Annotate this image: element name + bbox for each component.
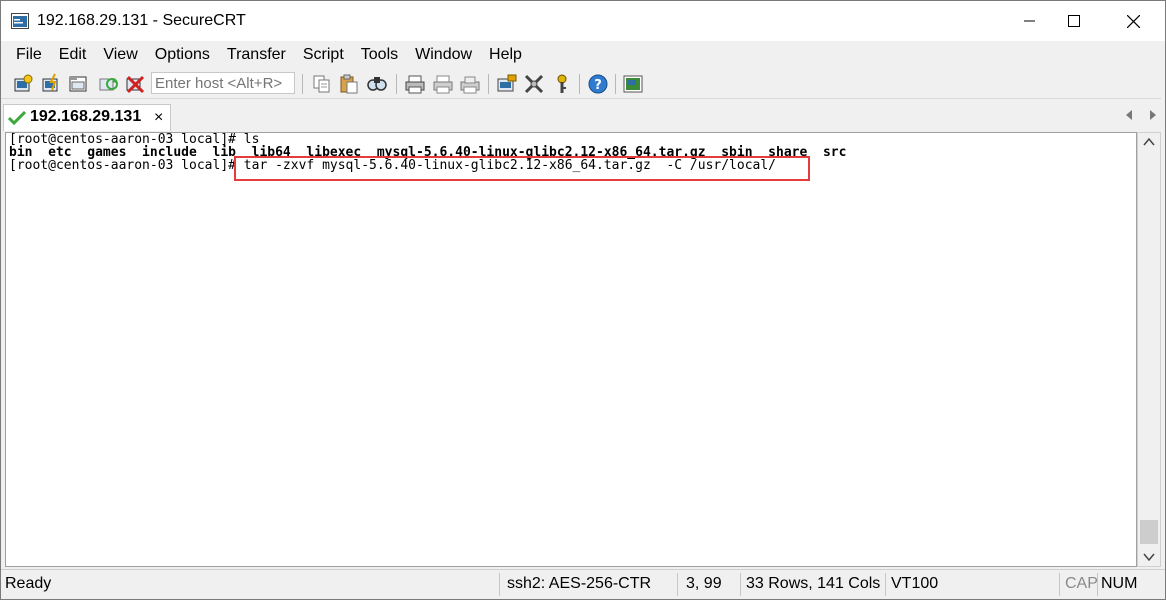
connect-in-tab-icon[interactable] [68,73,90,95]
terminal-pane[interactable]: [root@centos-aaron-03 local]# ls bin etc… [5,132,1137,567]
svg-text:?: ? [594,78,602,93]
toolbar-separator [488,74,489,94]
toolbar-separator [579,74,580,94]
scrollbar-thumb[interactable] [1140,520,1158,544]
status-cipher: ssh2: AES-256-CTR [507,575,652,592]
print-screen-icon[interactable] [459,73,481,95]
minimize-icon [1024,20,1035,22]
right-edge [1161,87,1165,599]
status-divider [740,573,741,596]
scroll-down-icon[interactable] [1143,552,1155,562]
print-icon[interactable] [404,73,426,95]
menu-transfer[interactable]: Transfer [218,46,294,64]
status-cap: CAP [1065,575,1098,592]
menu-help[interactable]: Help [480,46,530,64]
tab-row: 192.168.29.131 × [1,101,1165,131]
toolbar-separator [396,74,397,94]
close-icon [1126,14,1140,28]
app-icon [11,13,29,29]
help-icon[interactable]: ? [587,73,609,95]
close-button[interactable] [1104,1,1162,41]
status-term-type: VT100 [891,575,939,592]
connected-check-icon [8,110,26,126]
menu-file[interactable]: File [7,46,50,64]
toolbar-separator [615,74,616,94]
scroll-up-icon[interactable] [1143,137,1155,147]
status-ready: Ready [5,575,52,592]
menu-edit[interactable]: Edit [50,46,95,64]
menu-options[interactable]: Options [146,46,218,64]
connect-icon[interactable] [12,73,34,95]
host-input[interactable] [151,72,295,94]
disconnect-icon[interactable] [124,73,146,95]
find-icon[interactable] [366,73,388,95]
title-bar[interactable]: 192.168.29.131 - SecureCRT [1,1,1165,41]
status-num: NUM [1101,575,1138,592]
terminal-scrollbar[interactable] [1137,132,1161,567]
securecrt-window: 192.168.29.131 - SecureCRT File Edit Vie… [0,0,1166,600]
tab-scroll-right-icon[interactable] [1149,109,1157,121]
status-bar: Ready ssh2: AES-256-CTR 3, 99 33 Rows, 1… [1,569,1165,599]
tab-label: 192.168.29.131 [30,108,142,125]
menu-tools[interactable]: Tools [352,46,406,64]
highlight-box [234,156,810,181]
status-divider [1059,573,1060,596]
status-divider [677,573,678,596]
global-options-icon[interactable] [523,73,545,95]
toolbar: ? [1,69,1165,99]
paste-icon[interactable] [338,73,360,95]
menu-window[interactable]: Window [406,46,480,64]
keymap-icon[interactable] [551,73,573,95]
tab-scroll-left-icon[interactable] [1125,109,1133,121]
window-title: 192.168.29.131 - SecureCRT [37,12,246,29]
maximize-button[interactable] [1045,1,1103,41]
session-options-icon[interactable] [496,73,518,95]
reconnect-icon[interactable] [97,73,119,95]
status-size: 33 Rows, 141 Cols [746,575,881,592]
status-cursor: 3, 99 [686,575,722,592]
status-divider [1097,573,1098,596]
tab-close-icon[interactable]: × [154,109,163,127]
session-tab[interactable]: 192.168.29.131 × [3,104,171,131]
quick-connect-icon[interactable] [40,73,62,95]
about-icon[interactable] [622,73,644,95]
print-selection-icon[interactable] [432,73,454,95]
copy-icon[interactable] [311,73,333,95]
menu-view[interactable]: View [94,46,145,64]
status-divider [499,573,500,596]
menu-script[interactable]: Script [294,46,352,64]
status-divider [885,573,886,596]
maximize-icon [1068,15,1080,27]
menu-bar: File Edit View Options Transfer Script T… [1,41,1165,68]
toolbar-separator [302,74,303,94]
